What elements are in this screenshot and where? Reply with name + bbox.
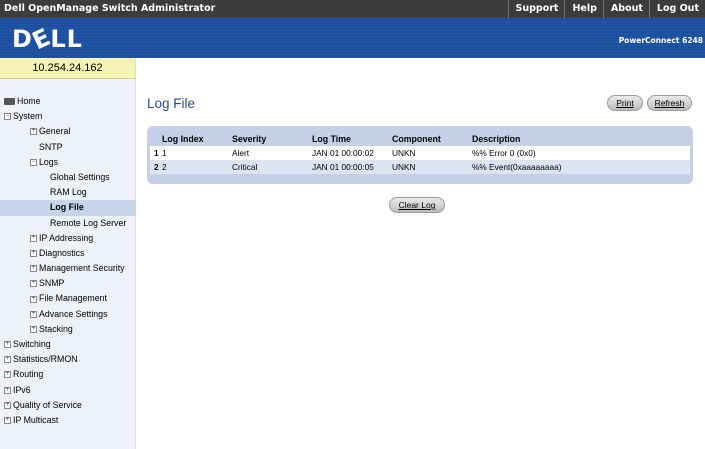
- tree-log-file[interactable]: Log File: [0, 200, 136, 216]
- expand-icon[interactable]: +: [30, 265, 37, 273]
- table-header: Log Index Severity Log Time Component De…: [150, 132, 690, 146]
- col-log-index: Log Index: [162, 134, 204, 144]
- clear-log-button[interactable]: Clear Log: [389, 197, 445, 213]
- expand-icon[interactable]: +: [30, 295, 37, 303]
- col-component: Component: [392, 134, 441, 144]
- top-links: Support Help About Log Out: [507, 0, 705, 18]
- model-name: PowerConnect 6248: [618, 36, 703, 45]
- help-link[interactable]: Help: [564, 0, 602, 18]
- table-row[interactable]: 1 1 Alert JAN 01 00:00:02 UNKN %% Error …: [150, 146, 690, 160]
- table-row[interactable]: 2 2 Critical JAN 01 00:00:05 UNKN %% Eve…: [150, 160, 690, 174]
- expand-icon[interactable]: +: [30, 310, 37, 318]
- tree-management-security[interactable]: + Management Security: [0, 261, 136, 276]
- expand-icon[interactable]: +: [4, 356, 11, 364]
- about-link[interactable]: About: [602, 0, 649, 18]
- collapse-icon[interactable]: −: [4, 113, 11, 121]
- tree-routing[interactable]: + Routing: [0, 367, 136, 382]
- tree-diagnostics[interactable]: + Diagnostics: [0, 246, 136, 261]
- expand-icon[interactable]: +: [30, 128, 37, 136]
- tree-home[interactable]: Home: [0, 94, 136, 109]
- cell-severity: Alert: [232, 146, 312, 160]
- cell-component: UNKN: [392, 146, 472, 160]
- tree-ram-log[interactable]: RAM Log: [0, 185, 136, 200]
- print-button[interactable]: Print: [607, 95, 643, 111]
- expand-icon[interactable]: +: [30, 280, 37, 288]
- main-content: Log File Print Refresh Log Index Severit…: [137, 58, 705, 449]
- col-log-time: Log Time: [312, 134, 351, 144]
- banner: DELL PowerConnect 6248: [0, 18, 705, 58]
- page-title: Log File: [147, 96, 196, 111]
- cell-description: %% Event(0xaaaaaaaa): [472, 160, 690, 174]
- dell-logo: DELL: [12, 22, 83, 56]
- refresh-button[interactable]: Refresh: [647, 95, 692, 111]
- tree-logs[interactable]: − Logs: [0, 155, 136, 170]
- tree-statistics-rmon[interactable]: + Statistics/RMON: [0, 352, 136, 367]
- tree-sntp[interactable]: SNTP: [0, 140, 136, 155]
- tree-file-management[interactable]: + File Management: [0, 291, 136, 306]
- top-bar: Dell OpenManage Switch Administrator Sup…: [0, 0, 705, 18]
- tree-advance-settings[interactable]: + Advance Settings: [0, 307, 136, 322]
- cell-log-time: JAN 01 00:00:05: [312, 160, 392, 174]
- cell-severity: Critical: [232, 160, 312, 174]
- row-number: 2: [150, 160, 162, 174]
- sidebar: 10.254.24.162 Home − System + General SNTP…: [0, 58, 136, 449]
- expand-icon[interactable]: +: [4, 401, 11, 409]
- expand-icon[interactable]: +: [30, 325, 37, 333]
- row-number: 1: [150, 146, 162, 160]
- cell-log-index: 1: [162, 146, 232, 160]
- collapse-icon[interactable]: −: [30, 158, 37, 166]
- tree-quality-of-service[interactable]: + Quality of Service: [0, 398, 136, 413]
- folder-icon: [4, 98, 15, 106]
- expand-icon[interactable]: +: [4, 417, 11, 425]
- logout-link[interactable]: Log Out: [648, 0, 705, 18]
- cell-description: %% Error 0 (0x0): [472, 146, 690, 160]
- ip-address: 10.254.24.162: [0, 58, 135, 79]
- expand-icon[interactable]: +: [4, 386, 11, 394]
- support-link[interactable]: Support: [507, 0, 565, 18]
- tree-system[interactable]: − System: [0, 109, 136, 124]
- tree-switching[interactable]: + Switching: [0, 337, 136, 352]
- log-table: Log Index Severity Log Time Component De…: [150, 132, 690, 174]
- tree-general[interactable]: + General: [0, 124, 136, 139]
- expand-icon[interactable]: +: [4, 371, 11, 379]
- nav-tree: Home − System + General SNTP − Logs Global …: [0, 94, 136, 428]
- tree-remote-log-server[interactable]: Remote Log Server: [0, 216, 136, 231]
- tree-ip-multicast[interactable]: + IP Multicast: [0, 413, 136, 428]
- tree-snmp[interactable]: + SNMP: [0, 276, 136, 291]
- col-severity: Severity: [232, 134, 267, 144]
- tree-stacking[interactable]: + Stacking: [0, 322, 136, 337]
- cell-log-time: JAN 01 00:00:02: [312, 146, 392, 160]
- tree-global-settings[interactable]: Global Settings: [0, 170, 136, 185]
- expand-icon[interactable]: +: [30, 234, 37, 242]
- tree-ipv6[interactable]: + IPv6: [0, 383, 136, 398]
- cell-log-index: 2: [162, 160, 232, 174]
- col-description: Description: [472, 134, 521, 144]
- expand-icon[interactable]: +: [4, 341, 11, 349]
- app-title: Dell OpenManage Switch Administrator: [4, 3, 216, 14]
- expand-icon[interactable]: +: [30, 249, 37, 257]
- tree-ip-addressing[interactable]: + IP Addressing: [0, 231, 136, 246]
- cell-component: UNKN: [392, 160, 472, 174]
- log-table-panel: Log Index Severity Log Time Component De…: [147, 126, 693, 184]
